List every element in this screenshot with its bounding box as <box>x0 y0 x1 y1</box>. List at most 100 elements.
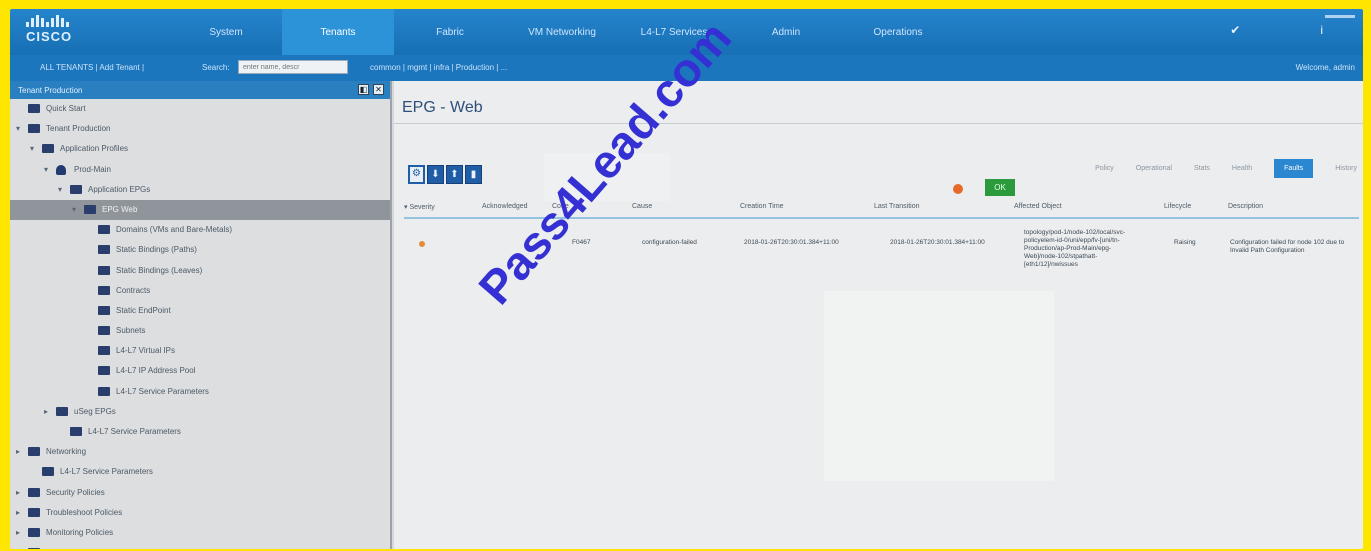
tab-faults[interactable]: Faults <box>1274 159 1314 178</box>
tab-policy[interactable]: Policy <box>1095 165 1114 172</box>
tree-item-label: Static EndPoint <box>116 305 171 315</box>
tools-icon[interactable]: ✔ <box>1230 23 1240 37</box>
nav-tab-vm-networking[interactable]: VM Networking <box>506 9 618 55</box>
navigation-tree: Tenant Production ◧ ✕ Quick Start ▾ Tenant… <box>10 81 392 549</box>
search-label: Search: <box>202 63 230 72</box>
tree-item-application-profiles[interactable]: ▾ Application Profiles <box>10 139 390 159</box>
column-header-last-transition[interactable]: Last Transition <box>874 203 920 210</box>
health-ok-badge[interactable]: OK <box>985 179 1015 196</box>
fault-toolbar: ⚙ ⬇ ⬆ ▮ <box>408 165 482 184</box>
tree-item-label: Quick Start <box>46 104 86 113</box>
content-tabs: Policy Operational Stats Health Faults H… <box>1095 159 1357 178</box>
tree-item-label: Contracts <box>116 285 151 295</box>
tenant-quick-links[interactable]: common | mgmt | infra | Production | ... <box>370 63 507 72</box>
fault-status-icon <box>953 184 963 194</box>
expand-right-icon[interactable]: ▸ <box>16 447 20 456</box>
nav-tab-system[interactable]: System <box>170 9 282 55</box>
folder-icon <box>98 265 110 275</box>
tree-item-static-bindings-leaves[interactable]: Static Bindings (Leaves) <box>10 261 390 281</box>
expand-right-icon[interactable]: ▸ <box>16 528 20 537</box>
cell-last-transition: 2018-01-26T20:30:01.384+11:00 <box>890 239 985 246</box>
folder-icon <box>28 507 40 517</box>
column-header-affected-object[interactable]: Affected Object <box>1014 203 1062 210</box>
apic-screen: CISCO System Tenants Fabric VM Networkin… <box>10 9 1363 549</box>
cell-cause: configuration-failed <box>642 239 697 246</box>
tree-item-monitoring-policies[interactable]: ▸ Monitoring Policies <box>10 523 390 543</box>
column-header-cause[interactable]: Cause <box>632 203 652 210</box>
tree-item-label: L4-L7 Virtual IPs <box>116 346 175 356</box>
tenant-search-input[interactable] <box>238 60 348 74</box>
tree-item-label: Subnets <box>116 326 146 336</box>
nav-icon-group: ✔ i <box>1230 23 1323 37</box>
tree-item-quick-start[interactable]: Quick Start <box>10 99 390 119</box>
user-menu[interactable] <box>1325 15 1355 18</box>
expand-down-icon[interactable]: ▾ <box>30 144 34 153</box>
expand-right-icon[interactable]: ▸ <box>16 508 20 517</box>
tree-item-label: Static Bindings (Leaves) <box>116 265 203 275</box>
welcome-user-link[interactable]: Welcome, admin <box>1296 63 1355 72</box>
tree-item-networking[interactable]: ▸ Networking <box>10 442 390 462</box>
tree-item-useg-epgs[interactable]: ▸ uSeg EPGs <box>10 402 390 422</box>
cell-code: F0467 <box>572 239 591 246</box>
tab-health[interactable]: Health <box>1232 165 1252 172</box>
tree-item-l4-l7-service-parameters[interactable]: L4-L7 Service Parameters <box>10 462 390 482</box>
folder-icon <box>98 366 110 376</box>
expand-right-icon[interactable]: ▸ <box>44 407 48 416</box>
collapse-tree-icon[interactable]: ◧ <box>358 84 369 95</box>
column-header-creation-time[interactable]: Creation Time <box>740 203 784 210</box>
tree-item-l4-l7-service-parameters[interactable]: L4-L7 Service Parameters <box>10 422 390 442</box>
tree-item-subnets[interactable]: Subnets <box>10 321 390 341</box>
tree-item-troubleshoot-policies[interactable]: ▸ Troubleshoot Policies <box>10 503 390 523</box>
column-header-description[interactable]: Description <box>1228 203 1263 210</box>
tab-history[interactable]: History <box>1335 165 1357 172</box>
tree-item-l4-l7-services[interactable]: ▸ L4-L7 Services <box>10 543 390 549</box>
tree-item-security-policies[interactable]: ▸ Security Policies <box>10 483 390 503</box>
expand-right-icon[interactable]: ▸ <box>16 548 20 549</box>
nav-tab-fabric[interactable]: Fabric <box>394 9 506 55</box>
tab-stats[interactable]: Stats <box>1194 165 1210 172</box>
folder-icon <box>98 386 110 396</box>
application-profile-icon <box>56 164 66 175</box>
page-title: EPG - Web <box>402 99 483 116</box>
nav-tab-operations[interactable]: Operations <box>842 9 954 55</box>
column-header-acknowledged[interactable]: Acknowledged <box>482 203 528 210</box>
title-divider <box>394 123 1363 124</box>
settings-icon[interactable]: ⚙ <box>408 165 425 184</box>
tree-item-static-endpoint[interactable]: Static EndPoint <box>10 301 390 321</box>
expand-right-icon[interactable]: ▸ <box>16 488 20 497</box>
tree-item-label: EPG Web <box>102 204 138 214</box>
cisco-logo: CISCO <box>26 15 86 44</box>
column-header-severity[interactable]: ▾ Severity <box>404 203 435 211</box>
tree-item-epg-web[interactable]: ▾ EPG Web <box>10 199 390 221</box>
tab-operational[interactable]: Operational <box>1136 165 1172 172</box>
tree-item-domains-vms-and-bare-metals[interactable]: Domains (VMs and Bare-Metals) <box>10 220 390 240</box>
nav-tab-tenants[interactable]: Tenants <box>282 9 394 55</box>
close-tree-icon[interactable]: ✕ <box>373 84 384 95</box>
tenant-breadcrumb[interactable]: ALL TENANTS | Add Tenant | <box>40 63 144 72</box>
folder-icon <box>56 406 68 416</box>
info-icon[interactable]: i <box>1320 23 1323 37</box>
cisco-logo-icon <box>26 15 86 27</box>
expand-down-icon[interactable]: ▾ <box>58 185 62 194</box>
tree-item-l4-l7-service-parameters[interactable]: L4-L7 Service Parameters <box>10 382 390 402</box>
tree-item-prod-main[interactable]: ▾ Prod-Main <box>10 160 390 180</box>
folder-icon <box>28 447 40 457</box>
tree-item-label: L4-L7 Services <box>46 548 99 549</box>
folder-icon <box>98 245 110 255</box>
tree-item-label: Static Bindings (Paths) <box>116 245 197 255</box>
tree-item-l4-l7-ip-address-pool[interactable]: L4-L7 IP Address Pool <box>10 361 390 381</box>
nav-tab-admin[interactable]: Admin <box>730 9 842 55</box>
tree-item-l4-l7-virtual-ips[interactable]: L4-L7 Virtual IPs <box>10 341 390 361</box>
tag-icon[interactable]: ▮ <box>465 165 482 184</box>
expand-down-icon[interactable]: ▾ <box>44 165 48 174</box>
tree-item-label: Application EPGs <box>88 184 151 194</box>
tree-item-static-bindings-paths[interactable]: Static Bindings (Paths) <box>10 240 390 260</box>
download-icon[interactable]: ⬇ <box>427 165 444 184</box>
expand-down-icon[interactable]: ▾ <box>72 205 76 214</box>
tree-item-tenant-production[interactable]: ▾ Tenant Production <box>10 119 390 139</box>
tree-item-contracts[interactable]: Contracts <box>10 281 390 301</box>
tree-item-application-epgs[interactable]: ▾ Application EPGs <box>10 180 390 200</box>
expand-down-icon[interactable]: ▾ <box>16 124 20 133</box>
column-header-lifecycle[interactable]: Lifecycle <box>1164 203 1191 210</box>
upload-icon[interactable]: ⬆ <box>446 165 463 184</box>
